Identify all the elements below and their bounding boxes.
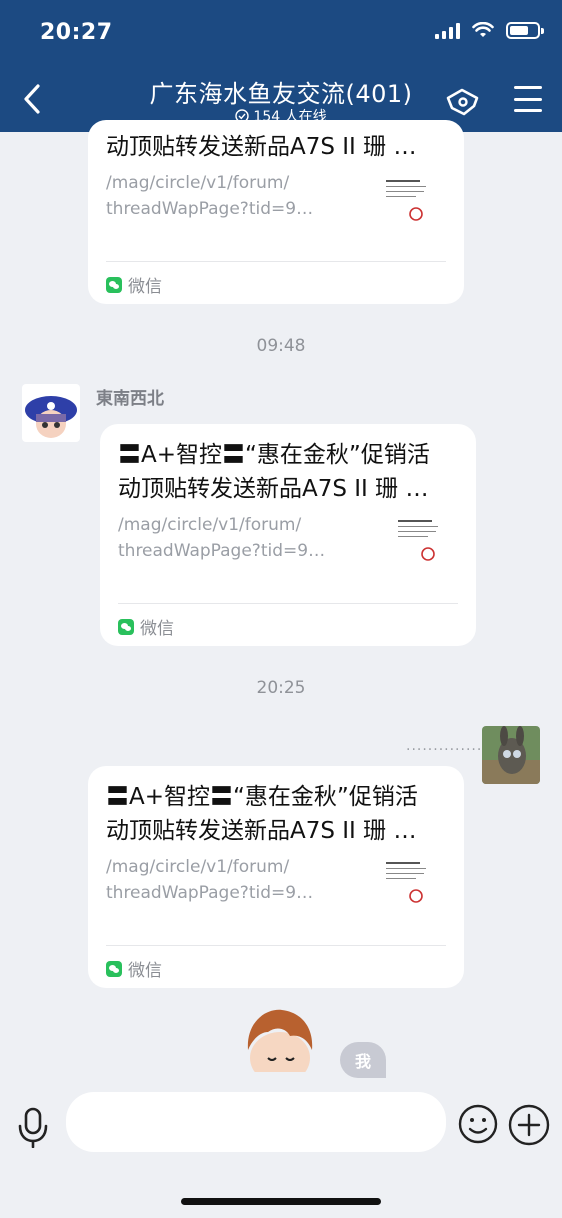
input-bar (0, 1078, 562, 1218)
wechat-icon (118, 618, 134, 635)
card-title-line1: 〓A+智控〓“惠在金秋”促销活 (106, 784, 418, 810)
header-bar: 20:27 广东海水鱼友交流(401) 154 人在线 (0, 0, 562, 132)
card-divider (106, 945, 446, 946)
timestamp: 20:25 (256, 678, 306, 698)
card-title-line1: 〓A+智控〓“惠在金秋”促销活 (118, 442, 430, 468)
wifi-icon (472, 22, 494, 37)
card-url: /mag/circle/v1/forum/ threadWapPage?tid=… (106, 173, 314, 219)
sender-name-hidden: .............. (406, 738, 483, 754)
card-source: 微信 (106, 272, 162, 297)
avatar[interactable] (22, 384, 80, 442)
card-title: 动顶贴转发送新品A7S II 珊 … (106, 134, 417, 160)
group-manage-icon[interactable] (444, 84, 482, 118)
thumbnail-image (386, 862, 426, 903)
status-icons (435, 22, 544, 39)
message-input[interactable] (66, 1092, 446, 1152)
card-divider (106, 261, 446, 262)
link-card-3[interactable]: 〓A+智控〓“惠在金秋”促销活 动顶贴转发送新品A7S II 珊 … /mag/… (88, 766, 464, 988)
menu-icon[interactable] (514, 86, 542, 112)
sender-name: 東南西北 (96, 389, 164, 409)
wechat-icon (106, 276, 122, 293)
mascot-image (242, 1009, 318, 1078)
status-time: 20:27 (40, 20, 113, 45)
home-indicator (181, 1198, 381, 1205)
wechat-icon (106, 960, 122, 977)
me-label: 我 (340, 1042, 386, 1078)
card-divider (118, 603, 458, 604)
card-title-line2: 动顶贴转发送新品A7S II 珊 … (106, 818, 417, 844)
card-url: /mag/circle/v1/forum/ threadWapPage?tid=… (106, 857, 314, 903)
add-icon[interactable] (508, 1104, 550, 1146)
timestamp: 09:48 (256, 336, 306, 356)
signal-icon (435, 22, 460, 39)
card-url: /mag/circle/v1/forum/ threadWapPage?tid=… (118, 515, 326, 561)
link-card-1[interactable]: 动顶贴转发送新品A7S II 珊 … /mag/circle/v1/forum/… (88, 120, 464, 304)
avatar[interactable] (482, 726, 540, 784)
thumbnail-image (386, 180, 426, 221)
card-source: 微信 (118, 614, 174, 639)
emoji-icon[interactable] (458, 1104, 498, 1144)
battery-icon (506, 22, 544, 39)
thumbnail-image (398, 520, 438, 561)
card-source: 微信 (106, 956, 162, 981)
link-card-2[interactable]: 〓A+智控〓“惠在金秋”促销活 动顶贴转发送新品A7S II 珊 … /mag/… (100, 424, 476, 646)
microphone-icon[interactable] (16, 1106, 50, 1148)
card-title-line2: 动顶贴转发送新品A7S II 珊 … (118, 476, 429, 502)
